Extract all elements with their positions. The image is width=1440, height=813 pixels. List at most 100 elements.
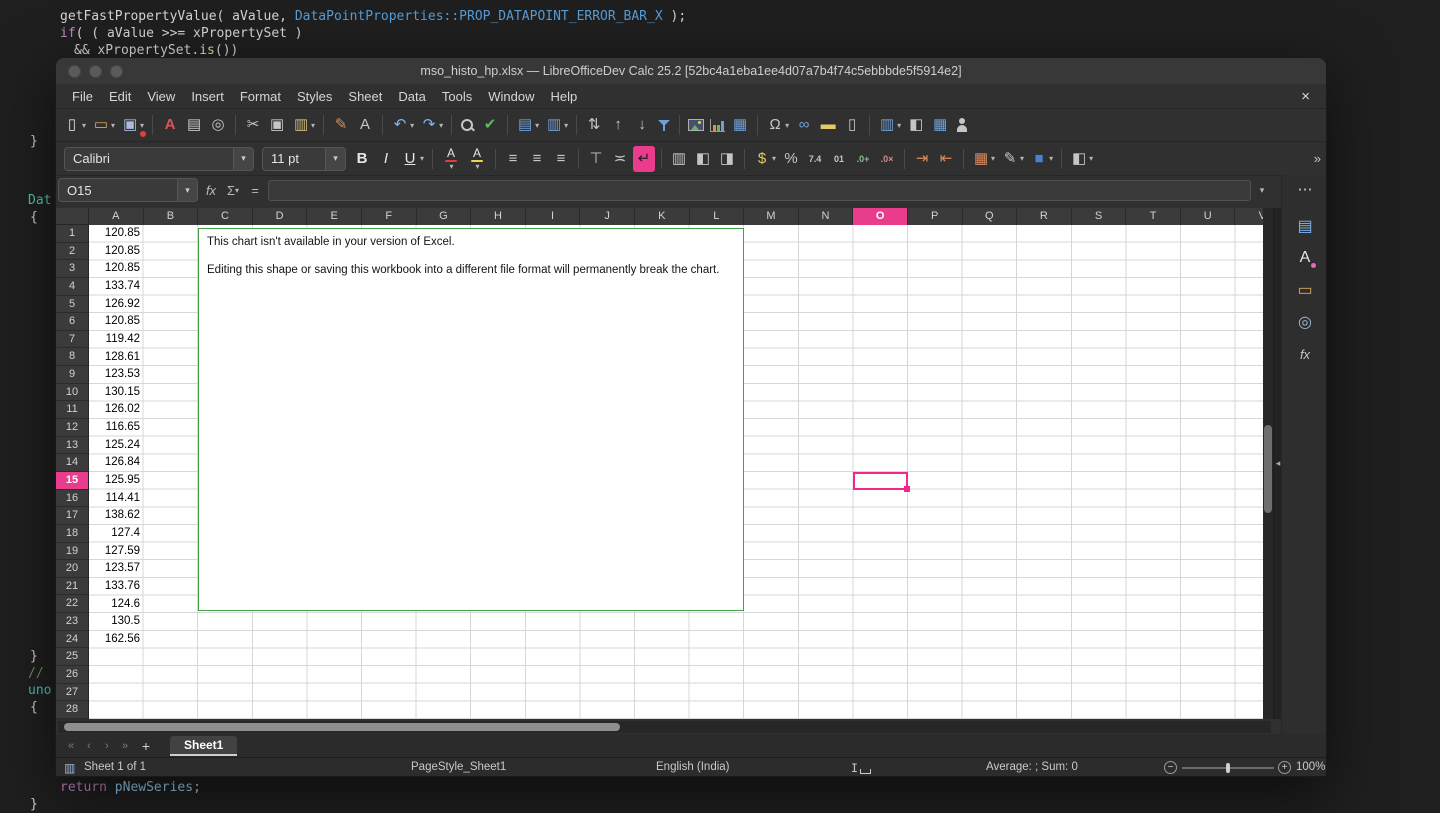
underline-button[interactable]: U▾ — [399, 146, 426, 172]
clone-formatting-button[interactable]: ✎ — [330, 112, 352, 138]
cell-grid[interactable]: This chart isn't available in your versi… — [89, 225, 1263, 719]
row-header-5[interactable]: 5 — [56, 296, 89, 314]
column-header-K[interactable]: K — [635, 208, 690, 225]
pivot-table-button[interactable]: ▦ — [729, 112, 751, 138]
function-wizard-button[interactable]: fx — [201, 183, 221, 198]
row-header-11[interactable]: 11 — [56, 401, 89, 419]
menu-sheet[interactable]: Sheet — [340, 87, 390, 106]
save-button[interactable]: ▣▾ — [119, 112, 146, 138]
add-decimal-place-button[interactable]: .0+ — [852, 146, 874, 172]
column-header-R[interactable]: R — [1017, 208, 1072, 225]
column-header-V[interactable]: V — [1235, 208, 1263, 225]
borders-button[interactable]: ▦▾ — [970, 146, 997, 172]
cut-button[interactable]: ✂ — [242, 112, 264, 138]
cell-A10[interactable]: 130.15 — [89, 384, 140, 402]
menu-tools[interactable]: Tools — [434, 87, 480, 106]
select-function-dropdown-icon[interactable]: ▾ — [235, 186, 239, 195]
redo-dropdown-icon[interactable]: ▾ — [439, 121, 443, 130]
freeze-rows-and-columns-dropdown-icon[interactable]: ▾ — [897, 121, 901, 130]
row-header-28[interactable]: 28 — [56, 701, 89, 719]
unmerge-cells-button[interactable]: ◨ — [716, 146, 738, 172]
open-dropdown-icon[interactable]: ▾ — [111, 121, 115, 130]
column-header-T[interactable]: T — [1126, 208, 1181, 225]
row-header-27[interactable]: 27 — [56, 684, 89, 702]
column-header-E[interactable]: E — [307, 208, 362, 225]
fill-handle[interactable] — [904, 486, 910, 492]
font-size-dropdown-icon[interactable]: ▾ — [325, 148, 345, 170]
vertical-scrollbar[interactable] — [1263, 208, 1273, 719]
row-header-14[interactable]: 14 — [56, 454, 89, 472]
column-header-Q[interactable]: Q — [963, 208, 1018, 225]
page-style[interactable]: PageStyle_Sheet1 — [411, 761, 506, 773]
zoom-slider-thumb[interactable] — [1226, 763, 1230, 773]
sort-descending-button[interactable]: ↓ — [631, 112, 653, 138]
menu-styles[interactable]: Styles — [289, 87, 340, 106]
insert-columns-button[interactable]: ▥▾ — [543, 112, 570, 138]
copy-button[interactable]: ▣ — [266, 112, 288, 138]
headers-and-footers-button[interactable]: ▯ — [841, 112, 863, 138]
align-left-button[interactable]: ≡ — [502, 146, 524, 172]
cell-A11[interactable]: 126.02 — [89, 401, 140, 419]
menu-view[interactable]: View — [139, 87, 183, 106]
open-button[interactable]: ▭▾ — [90, 112, 117, 138]
insert-columns-dropdown-icon[interactable]: ▾ — [564, 121, 568, 130]
highlighting-color-dropdown-icon[interactable]: ▾ — [476, 162, 480, 171]
zoom-level[interactable]: 100% — [1296, 761, 1325, 773]
cell-A5[interactable]: 126.92 — [89, 296, 140, 314]
undo-button[interactable]: ↶▾ — [389, 112, 416, 138]
cell-A18[interactable]: 127.4 — [89, 525, 140, 543]
column-header-J[interactable]: J — [580, 208, 635, 225]
column-header-D[interactable]: D — [253, 208, 308, 225]
sidebar-settings-icon[interactable]: ⋯ — [1298, 177, 1313, 205]
insert-comment-button[interactable]: ▬ — [817, 112, 839, 138]
cell-A19[interactable]: 127.59 — [89, 543, 140, 561]
selection-summary[interactable]: Average: ; Sum: 0 — [986, 761, 1078, 773]
column-header-U[interactable]: U — [1181, 208, 1236, 225]
clear-formatting-button[interactable]: A — [354, 112, 376, 138]
row-header-1[interactable]: 1 — [56, 225, 89, 243]
hyperlink-button[interactable]: ∞ — [793, 112, 815, 138]
column-header-S[interactable]: S — [1072, 208, 1127, 225]
row-header-8[interactable]: 8 — [56, 348, 89, 366]
window-minimize-button[interactable] — [89, 65, 102, 78]
sort-button[interactable]: ⇅ — [583, 112, 605, 138]
menu-insert[interactable]: Insert — [183, 87, 232, 106]
align-center-button[interactable]: ≡ — [526, 146, 548, 172]
column-header-H[interactable]: H — [471, 208, 526, 225]
zoom-slider[interactable] — [1182, 767, 1274, 769]
menu-edit[interactable]: Edit — [101, 87, 139, 106]
column-header-P[interactable]: P — [908, 208, 963, 225]
format-as-currency-dropdown-icon[interactable]: ▾ — [772, 154, 776, 163]
sidebar-tab-navigator[interactable]: ◎ — [1291, 309, 1319, 335]
insert-rows-dropdown-icon[interactable]: ▾ — [535, 121, 539, 130]
sort-ascending-button[interactable]: ↑ — [607, 112, 629, 138]
row-header-6[interactable]: 6 — [56, 313, 89, 331]
new-document-dropdown-icon[interactable]: ▾ — [82, 121, 86, 130]
font-name-dropdown-icon[interactable]: ▾ — [233, 148, 253, 170]
broken-chart-placeholder[interactable]: This chart isn't available in your versi… — [198, 228, 744, 611]
column-header-F[interactable]: F — [362, 208, 417, 225]
borders-dropdown-icon[interactable]: ▾ — [991, 154, 995, 163]
print-button[interactable]: ▤ — [183, 112, 205, 138]
sidebar-tab-gallery[interactable]: ▭ — [1291, 277, 1319, 303]
increase-indent-button[interactable]: ⇥ — [911, 146, 933, 172]
accessibility-check-button[interactable] — [953, 112, 971, 138]
insert-image-button[interactable] — [686, 112, 706, 138]
border-color-dropdown-icon[interactable]: ▾ — [1049, 154, 1053, 163]
vertical-scrollbar-thumb[interactable] — [1264, 425, 1272, 513]
previous-sheet-button[interactable]: ‹ — [80, 740, 98, 752]
menu-format[interactable]: Format — [232, 87, 289, 106]
cell-A8[interactable]: 128.61 — [89, 349, 140, 367]
formula-input[interactable] — [268, 180, 1251, 201]
cell-A22[interactable]: 124.6 — [89, 596, 140, 614]
column-header-A[interactable]: A — [89, 208, 144, 225]
menu-file[interactable]: File — [64, 87, 101, 106]
export-pdf-button[interactable]: A — [159, 112, 181, 138]
column-header-G[interactable]: G — [417, 208, 472, 225]
close-document-icon[interactable]: × — [1293, 88, 1318, 105]
row-header-24[interactable]: 24 — [56, 631, 89, 649]
select-all-corner[interactable] — [56, 208, 89, 225]
column-header-I[interactable]: I — [526, 208, 581, 225]
font-color-button[interactable]: A▾ — [439, 146, 463, 172]
formula-button[interactable]: = — [245, 183, 265, 198]
